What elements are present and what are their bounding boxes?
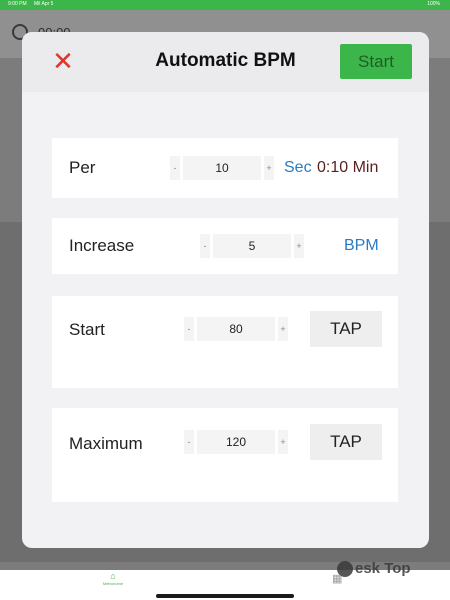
maximum-stepper: - +	[184, 430, 292, 454]
per-value-input[interactable]	[183, 156, 261, 180]
home-icon: ⌂	[110, 571, 116, 581]
increase-stepper: - +	[200, 234, 308, 258]
maximum-row: Maximum - + TAP	[52, 408, 398, 502]
per-increment-button[interactable]: +	[264, 156, 274, 180]
per-label: Per	[69, 158, 96, 177]
per-unit-sec[interactable]: Sec	[284, 159, 312, 177]
start-button[interactable]: Start	[340, 44, 412, 79]
increase-increment-button[interactable]: +	[294, 234, 304, 258]
maximum-tap-button[interactable]: TAP	[310, 424, 382, 460]
increase-decrement-button[interactable]: -	[200, 234, 210, 258]
tab-home[interactable]: ⌂ Metronome	[98, 571, 128, 587]
increase-row: Increase - + BPM	[52, 218, 398, 274]
per-row: Per - + Sec 0:10 Min	[52, 138, 398, 198]
maximum-increment-button[interactable]: +	[278, 430, 288, 454]
per-decrement-button[interactable]: -	[170, 156, 180, 180]
per-stepper: - +	[170, 156, 278, 180]
start-label: Start	[69, 320, 105, 339]
maximum-value-input[interactable]	[197, 430, 275, 454]
maximum-label: Maximum	[69, 434, 143, 453]
start-tap-button[interactable]: TAP	[310, 311, 382, 347]
automatic-bpm-modal: ✕ Automatic BPM Start Per - + Sec 0:10 M…	[22, 32, 429, 548]
per-duration: 0:10 Min	[317, 159, 379, 176]
increase-unit-bpm: BPM	[344, 237, 379, 254]
start-stepper: - +	[184, 317, 292, 341]
increase-label: Increase	[69, 236, 135, 255]
tab-home-label: Metronome	[102, 581, 124, 586]
status-carrier: Mil Apr 5	[34, 1, 54, 7]
start-value-input[interactable]	[197, 317, 275, 341]
start-row: Start - + TAP	[52, 296, 398, 388]
status-time: 9:00 PM	[8, 1, 27, 7]
increase-value-input[interactable]	[213, 234, 291, 258]
start-decrement-button[interactable]: -	[184, 317, 194, 341]
status-battery: 100%	[427, 1, 440, 7]
watermark-logo: D	[337, 561, 353, 578]
watermark: Desk Top	[337, 560, 411, 578]
watermark-text: esk Top	[355, 560, 411, 577]
home-indicator	[156, 594, 294, 598]
status-bar: 9:00 PM Mil Apr 5 100%	[0, 0, 450, 10]
start-increment-button[interactable]: +	[278, 317, 288, 341]
maximum-decrement-button[interactable]: -	[184, 430, 194, 454]
